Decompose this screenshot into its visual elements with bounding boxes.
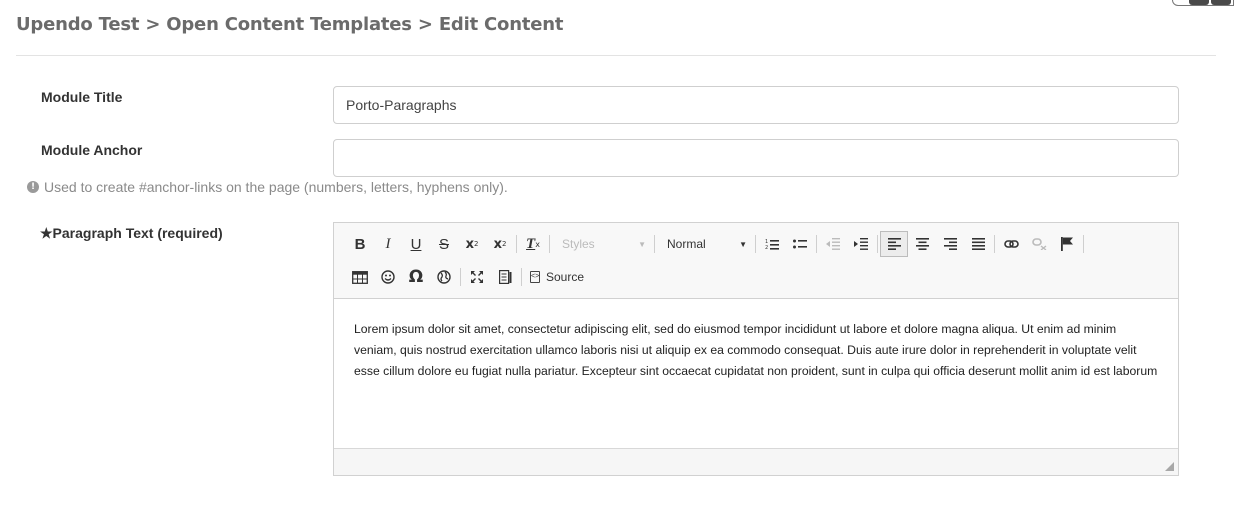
editor-statusbar [334, 448, 1178, 475]
bold-button[interactable]: B [346, 231, 374, 257]
remove-format-icon: T [526, 235, 536, 252]
format-dropdown[interactable]: Normal ▼ [657, 231, 753, 257]
module-anchor-input[interactable] [333, 139, 1179, 177]
source-button-label: Source [546, 270, 585, 284]
svg-text:2: 2 [765, 245, 768, 250]
superscript-icon: x [493, 236, 502, 252]
header-divider [16, 55, 1216, 56]
strikethrough-button[interactable]: S [430, 231, 458, 257]
maximize-button[interactable] [463, 264, 491, 290]
increase-indent-button[interactable] [847, 231, 875, 257]
toolbar-separator [521, 268, 522, 286]
decrease-indent-button[interactable] [819, 231, 847, 257]
module-title-input[interactable] [333, 86, 1179, 124]
align-left-button[interactable] [880, 231, 908, 257]
show-blocks-icon [498, 270, 511, 284]
resize-grip-icon[interactable] [1165, 462, 1174, 471]
module-anchor-help: ! Used to create #anchor-links on the pa… [27, 179, 508, 195]
align-right-icon [943, 238, 957, 250]
toolbar-row-1: B I U S x2 x2 Tx Styles ▼ Normal ▼ 1 2 [346, 231, 1086, 257]
subscript-icon-mark: 2 [473, 240, 479, 248]
editor-paragraph: Lorem ipsum dolor sit amet, consectetur … [354, 322, 1158, 378]
toolbar-separator [755, 235, 756, 253]
module-anchor-label: Module Anchor [41, 142, 143, 158]
indent-icon [854, 238, 868, 250]
align-right-button[interactable] [936, 231, 964, 257]
toolbar-separator [460, 268, 461, 286]
align-justify-icon [971, 238, 985, 250]
superscript-button[interactable]: x2 [486, 231, 514, 257]
anchor-button[interactable] [1053, 231, 1081, 257]
outdent-icon [826, 238, 840, 250]
toolbar-separator [877, 235, 878, 253]
table-icon [352, 270, 368, 284]
editor-toolbar: B I U S x2 x2 Tx Styles ▼ Normal ▼ 1 2 Ω… [334, 223, 1178, 299]
smiley-icon [381, 270, 395, 284]
align-left-icon [887, 238, 901, 250]
user-icon[interactable] [1189, 0, 1209, 5]
toolbar-separator [994, 235, 995, 253]
settings-icon[interactable] [1211, 0, 1231, 5]
superscript-icon-mark: 2 [501, 240, 507, 248]
module-title-label: Module Title [41, 89, 123, 105]
toolbar-separator [654, 235, 655, 253]
italic-button[interactable]: I [374, 231, 402, 257]
chevron-down-icon: ▼ [739, 239, 747, 249]
toolbar-separator [516, 235, 517, 253]
chevron-down-icon: ▼ [638, 239, 646, 249]
numbered-list-icon: 12 [765, 239, 779, 250]
corner-toolbar-tab[interactable] [1172, 0, 1234, 6]
bulleted-list-button[interactable] [786, 231, 814, 257]
breadcrumb: Upendo Test > Open Content Templates > E… [16, 14, 564, 35]
smiley-button[interactable] [374, 264, 402, 290]
link-icon [1003, 240, 1019, 248]
bulleted-list-icon [793, 239, 807, 249]
toolbar-separator [816, 235, 817, 253]
module-anchor-help-text: Used to create #anchor-links on the page… [44, 179, 508, 195]
underline-button[interactable]: U [402, 231, 430, 257]
link-button[interactable] [997, 231, 1025, 257]
rich-text-editor: B I U S x2 x2 Tx Styles ▼ Normal ▼ 1 2 Ω… [333, 222, 1179, 476]
editor-content-area[interactable]: Lorem ipsum dolor sit amet, consectetur … [334, 299, 1178, 449]
align-justify-button[interactable] [964, 231, 992, 257]
paragraph-text-label: ★Paragraph Text (required) [40, 225, 223, 241]
format-dropdown-label: Normal [667, 237, 706, 251]
numbered-list-button[interactable]: 12 [758, 231, 786, 257]
styles-dropdown[interactable]: Styles ▼ [552, 231, 652, 257]
remove-format-button[interactable]: Tx [519, 231, 547, 257]
table-button[interactable] [346, 264, 374, 290]
flag-icon [1061, 237, 1073, 251]
show-blocks-button[interactable] [491, 264, 519, 290]
globe-icon [437, 270, 451, 284]
toolbar-row-2: Ω <> Source [346, 264, 590, 290]
info-icon: ! [27, 181, 39, 193]
toolbar-separator [1083, 235, 1084, 253]
source-icon: <> [530, 271, 540, 283]
subscript-icon: x [465, 236, 474, 252]
align-center-icon [915, 238, 929, 250]
maximize-icon [471, 271, 483, 283]
special-character-button[interactable]: Ω [402, 264, 430, 290]
unlink-icon [1031, 238, 1046, 250]
unlink-button[interactable] [1025, 231, 1053, 257]
source-button[interactable]: <> Source [524, 264, 590, 290]
toolbar-separator [549, 235, 550, 253]
styles-dropdown-label: Styles [562, 237, 595, 251]
align-center-button[interactable] [908, 231, 936, 257]
iframe-button[interactable] [430, 264, 458, 290]
subscript-button[interactable]: x2 [458, 231, 486, 257]
